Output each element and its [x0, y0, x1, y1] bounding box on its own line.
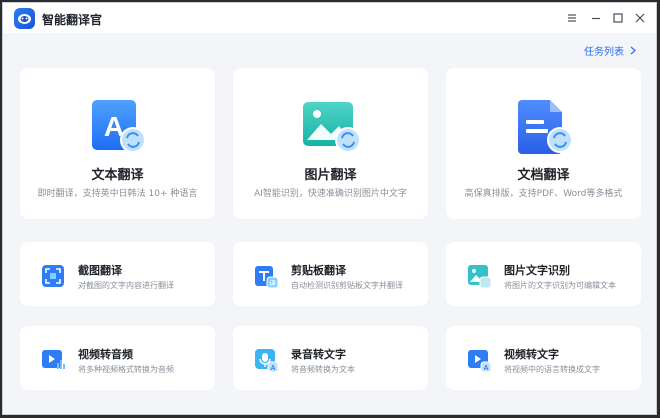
screenshot-translate-icon: [40, 263, 66, 289]
image-ocr-title: 图片文字识别: [504, 264, 570, 277]
maximize-icon: [613, 13, 623, 23]
image-ocr-desc: 将图片的文字识别为可编辑文本: [504, 281, 616, 290]
clipboard-translate-icon: 译: [253, 263, 279, 289]
video-to-audio-card[interactable]: 视频转音频 将多种视频格式转换为音频: [20, 326, 215, 390]
task-list-label: 任务列表: [584, 47, 624, 58]
app-logo-icon: [14, 8, 35, 29]
text-translate-icon: A: [86, 98, 150, 156]
document-translate-icon: [512, 98, 576, 156]
text-translate-title: 文本翻译: [91, 168, 144, 183]
app-window: 智能翻译官 任务列表 A 文本翻译 即时翻译，支持英中日韩法 10+ 种语言 图…: [2, 2, 657, 415]
video-to-audio-title: 视频转音频: [78, 348, 133, 361]
close-icon: [635, 13, 645, 23]
chevron-right-icon: [630, 46, 636, 55]
screenshot-translate-title: 截图翻译: [78, 264, 122, 277]
image-ocr-icon: [466, 263, 492, 289]
text-translate-card[interactable]: A 文本翻译 即时翻译，支持英中日韩法 10+ 种语言: [20, 68, 215, 219]
menu-button[interactable]: [563, 9, 581, 27]
screenshot-translate-card[interactable]: 截图翻译 对截图的文字内容进行翻译: [20, 242, 215, 306]
title-bar: 智能翻译官: [3, 3, 656, 33]
document-translate-title: 文档翻译: [517, 168, 570, 183]
audio-to-text-desc: 将音频转换为文本: [291, 365, 355, 374]
minimize-icon: [592, 17, 600, 20]
svg-text:译: 译: [269, 280, 276, 288]
image-translate-icon: [299, 98, 363, 156]
menu-icon: [568, 14, 576, 22]
video-to-text-title: 视频转文字: [504, 348, 559, 361]
audio-to-text-title: 录音转文字: [291, 348, 346, 361]
document-translate-desc: 高保真排版，支持PDF、Word等多格式: [464, 189, 623, 199]
clipboard-translate-card[interactable]: 译 剪贴板翻译 自动检测识别剪贴板文字并翻译: [233, 242, 428, 306]
video-to-text-desc: 将视频中的语言转换成文字: [504, 365, 600, 374]
image-translate-card[interactable]: 图片翻译 AI智能识别，快速准确识别图片中文字: [233, 68, 428, 219]
video-to-text-icon: A: [466, 347, 492, 373]
video-to-audio-desc: 将多种视频格式转换为音频: [78, 365, 174, 374]
video-to-text-card[interactable]: A 视频转文字 将视频中的语言转换成文字: [446, 326, 641, 390]
task-list-link[interactable]: 任务列表: [584, 43, 636, 58]
audio-to-text-card[interactable]: A 录音转文字 将音频转换为文本: [233, 326, 428, 390]
image-translate-desc: AI智能识别，快速准确识别图片中文字: [254, 189, 407, 199]
clipboard-translate-title: 剪贴板翻译: [291, 264, 346, 277]
close-button[interactable]: [631, 9, 649, 27]
audio-to-text-icon: A: [253, 347, 279, 373]
document-translate-card[interactable]: 文档翻译 高保真排版，支持PDF、Word等多格式: [446, 68, 641, 219]
svg-text:A: A: [483, 365, 488, 372]
minimize-button[interactable]: [587, 9, 605, 27]
maximize-button[interactable]: [609, 9, 627, 27]
clipboard-translate-desc: 自动检测识别剪贴板文字并翻译: [291, 281, 403, 290]
screenshot-translate-desc: 对截图的文字内容进行翻译: [78, 281, 174, 290]
svg-text:A: A: [270, 365, 275, 372]
image-translate-title: 图片翻译: [304, 168, 357, 183]
app-title: 智能翻译官: [42, 13, 103, 27]
image-ocr-card[interactable]: 图片文字识别 将图片的文字识别为可编辑文本: [446, 242, 641, 306]
video-to-audio-icon: [40, 347, 66, 373]
text-translate-desc: 即时翻译，支持英中日韩法 10+ 种语言: [37, 189, 198, 199]
